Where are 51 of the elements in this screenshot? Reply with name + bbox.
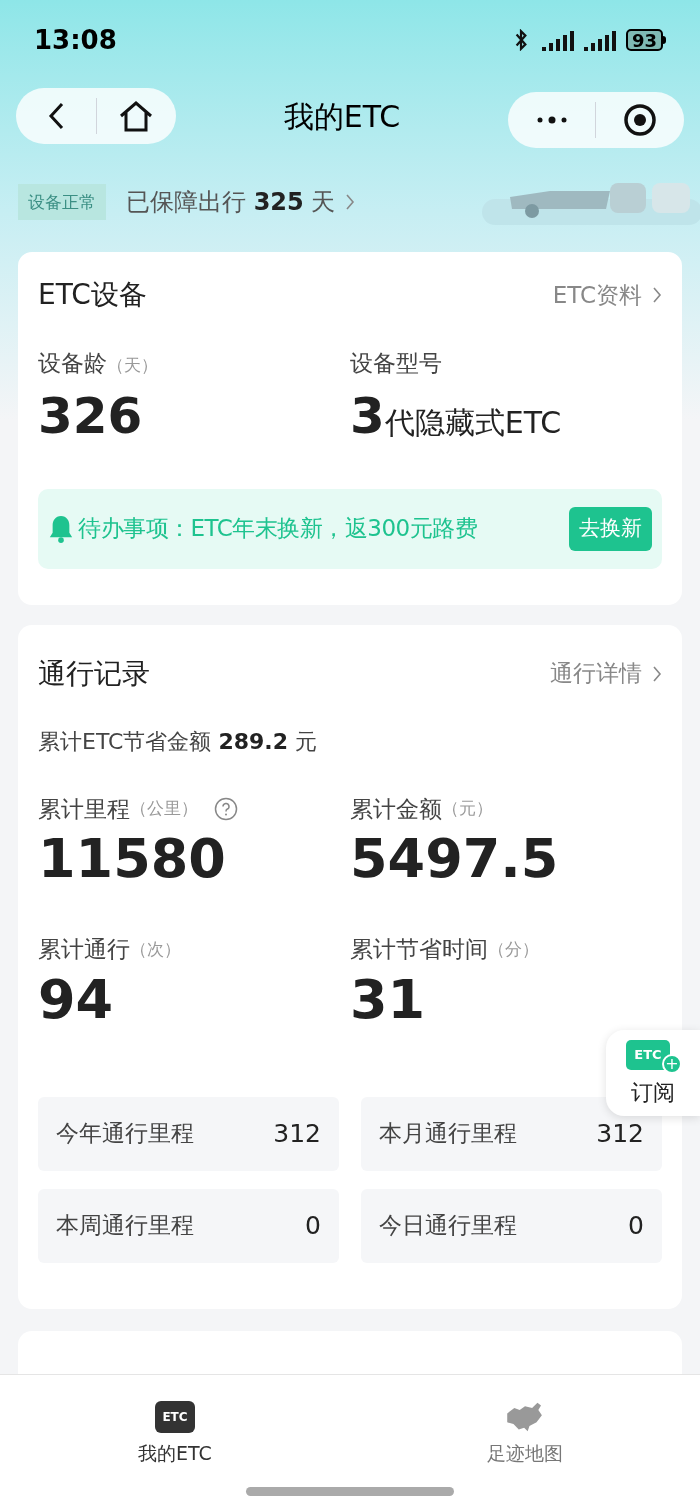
help-icon[interactable] [214,796,238,821]
page-title: 我的ETC [283,97,401,136]
home-icon [118,100,155,132]
more-icon [535,116,568,124]
bell-icon [48,513,74,544]
card-title: ETC设备 [38,277,147,313]
stat-value: 94 [38,966,115,1033]
mileage-value: 0 [628,1209,644,1242]
savings-text: 累计ETC节省金额 289.2 元 [38,727,318,756]
chevron-right-icon [652,664,662,683]
stat-unit: （元） [442,797,493,820]
card-title: 通行记录 [38,655,150,692]
stat-value: 31 [350,966,427,1033]
mileage-value: 312 [596,1117,644,1150]
stat-label: 设备龄 [38,349,107,378]
mileage-label: 今年通行里程 [56,1119,194,1149]
stat-value: 5497.5 [350,826,560,892]
chevron-right-icon [345,193,356,211]
stat-unit: （分） [488,937,539,961]
mileage-value: 0 [305,1209,321,1242]
stat-unit: （公里） [130,797,198,820]
etc-icon: ETC [155,1401,195,1433]
stat-unit: （次） [130,937,181,961]
mileage-label: 本月通行里程 [379,1119,517,1149]
record-icon [623,103,658,137]
mileage-value: 312 [273,1117,321,1150]
signal-icon [583,29,618,51]
etc-info-link[interactable]: ETC资料 [552,277,662,313]
status-time: 13:08 [34,23,117,57]
travel-details-link[interactable]: 通行详情 [550,656,662,691]
protection-link[interactable]: 已保障出行 325 天 [126,184,356,220]
battery-indicator: 93 [625,29,666,51]
stat-label: 累计里程 [38,794,130,824]
stat-label: 累计节省时间 [350,935,488,964]
mileage-label: 今日通行里程 [379,1211,517,1241]
stat-value: 326 [38,385,144,447]
subscribe-button[interactable]: ETC + 订阅 [606,1030,700,1116]
mileage-label: 本周通行里程 [56,1211,194,1241]
bluetooth-icon [513,29,528,51]
tab-item[interactable]: ETC 我的ETC [0,1375,350,1468]
back-icon [47,102,64,130]
stat-value: 11580 [38,826,227,892]
stat-label: 累计通行 [38,935,130,964]
todo-text: 待办事项：ETC年末换新，返300元路费 [78,514,478,544]
stat-label: 设备型号 [350,349,442,378]
stat-value: 3代隐藏式ETC [350,385,563,447]
stat-label: 累计金额 [350,794,442,824]
status-badge: 设备正常 [18,184,106,220]
tab-item[interactable]: 足迹地图 [350,1375,700,1468]
chevron-right-icon [652,286,662,304]
stat-unit: （天） [107,354,158,377]
